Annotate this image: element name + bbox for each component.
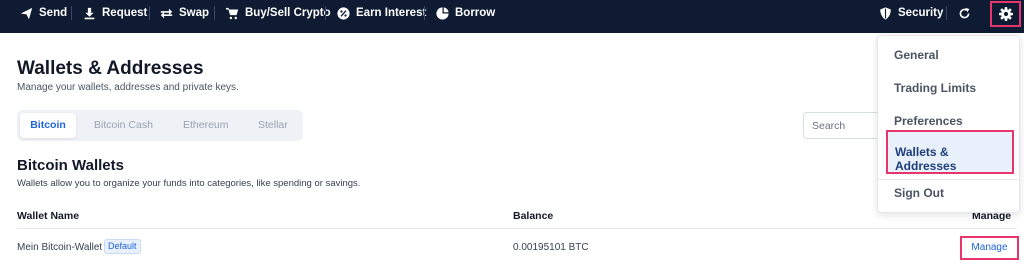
swap-button[interactable]: Swap — [160, 0, 209, 26]
percent-icon — [337, 6, 350, 20]
tab-bitcoin[interactable]: Bitcoin — [20, 113, 76, 138]
column-header-wallet-name: Wallet Name — [17, 210, 80, 222]
section-description: Wallets allow you to organize your funds… — [17, 178, 361, 189]
security-button[interactable]: Security — [879, 0, 943, 26]
swap-icon — [160, 8, 173, 18]
table-divider — [17, 228, 1017, 229]
request-button[interactable]: Request — [83, 0, 147, 26]
earn-interest-button[interactable]: Earn Interest — [337, 0, 426, 26]
menu-item-wallets-addresses-label: Wallets & Addresses — [895, 145, 957, 173]
send-icon — [20, 7, 33, 19]
manage-link[interactable]: Manage — [960, 236, 1019, 260]
download-icon — [84, 7, 95, 19]
column-header-balance: Balance — [513, 210, 554, 222]
page-title: Wallets & Addresses — [17, 58, 204, 79]
menu-item-general[interactable]: General — [894, 48, 939, 62]
buy-sell-button[interactable]: Buy/Sell Crypto — [226, 0, 331, 26]
refresh-icon — [959, 7, 970, 18]
send-button[interactable]: Send — [20, 0, 67, 26]
send-label: Send — [39, 7, 68, 19]
menu-item-sign-out[interactable]: Sign Out — [894, 186, 944, 200]
gear-icon — [998, 7, 1013, 21]
tab-bitcoin-cash[interactable]: Bitcoin Cash — [94, 110, 153, 141]
default-badge: Default — [104, 239, 141, 254]
top-nav-bar: Send Request Swap Buy/Sell Crypto Earn I… — [0, 0, 1024, 33]
currency-tabs: Bitcoin Bitcoin Cash Ethereum Stellar — [17, 110, 303, 141]
shield-icon — [880, 6, 891, 20]
page-subtitle: Manage your wallets, addresses and priva… — [17, 82, 239, 93]
pie-chart-icon — [436, 6, 449, 20]
request-label: Request — [102, 7, 148, 19]
buy-sell-label: Buy/Sell Crypto — [245, 7, 331, 19]
earn-interest-label: Earn Interest — [356, 7, 427, 19]
wallet-balance: 0.00195101 BTC — [513, 242, 589, 253]
menu-item-preferences[interactable]: Preferences — [894, 114, 963, 128]
settings-button[interactable] — [990, 1, 1021, 27]
section-title: Bitcoin Wallets — [17, 157, 124, 174]
settings-dropdown: General Trading Limits Preferences Walle… — [877, 35, 1020, 213]
menu-item-trading-limits[interactable]: Trading Limits — [894, 81, 976, 95]
borrow-button[interactable]: Borrow — [436, 0, 495, 26]
cart-icon — [226, 7, 239, 19]
borrow-label: Borrow — [455, 7, 496, 19]
refresh-button[interactable] — [958, 0, 971, 26]
menu-item-wallets-addresses[interactable]: Wallets & Addresses — [886, 130, 1014, 174]
swap-label: Swap — [179, 7, 210, 19]
tab-ethereum[interactable]: Ethereum — [183, 110, 229, 141]
wallet-name: Mein Bitcoin-Wallet — [17, 242, 103, 253]
security-label: Security — [898, 7, 944, 19]
menu-divider — [878, 179, 1019, 180]
search-input[interactable] — [803, 112, 883, 139]
tab-stellar[interactable]: Stellar — [258, 110, 288, 141]
